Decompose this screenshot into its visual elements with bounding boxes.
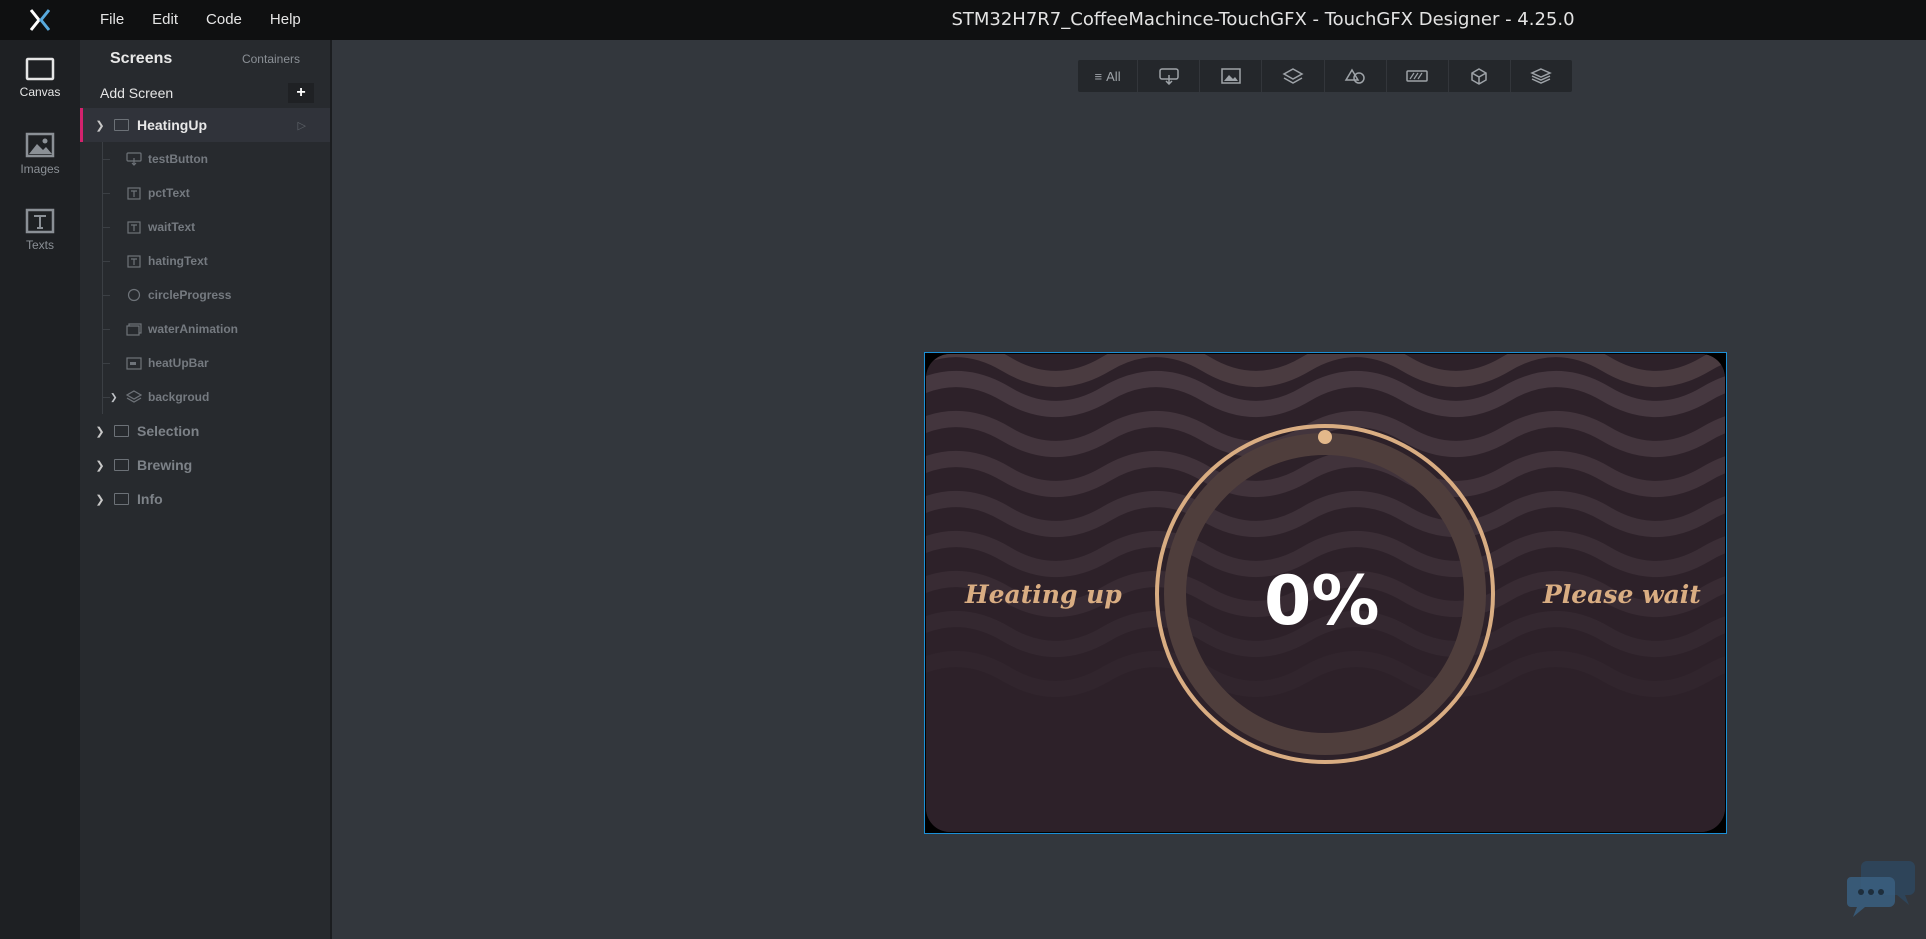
rail-canvas-label: Canvas: [19, 85, 61, 99]
heatingup-screen: Heating up Please wait 0%: [926, 354, 1725, 832]
progress-icon: [126, 356, 142, 370]
animation-icon: [126, 322, 142, 336]
screen-icon: [114, 425, 129, 437]
tree-item-pcttext[interactable]: pctText: [80, 176, 330, 210]
panel-tabs: Screens Containers: [80, 40, 330, 78]
images-icon: [25, 132, 55, 158]
screen-preview[interactable]: Heating up Please wait 0%: [924, 352, 1727, 834]
tree-item-label: backgroud: [148, 390, 210, 404]
tree-item-wateranimation[interactable]: waterAnimation: [80, 312, 330, 346]
texts-icon: [25, 208, 55, 234]
menu-bar: File Edit Code Help: [86, 0, 315, 40]
x-logo-icon: [30, 9, 50, 31]
text-icon: [126, 254, 142, 268]
tree-item-waittext[interactable]: waitText: [80, 210, 330, 244]
button-filter-icon: [1158, 68, 1179, 85]
shape-filter-icon: [1344, 68, 1365, 84]
percent-text: 0%: [1264, 562, 1380, 641]
filter-buttons[interactable]: [1138, 60, 1201, 92]
tree-item-label: testButton: [148, 152, 208, 166]
filter-containers[interactable]: [1449, 60, 1511, 92]
text-icon: [126, 186, 142, 200]
tab-containers[interactable]: Containers: [242, 52, 300, 66]
screen-heatingup[interactable]: ❯ HeatingUp ▷: [80, 108, 330, 142]
filter-toolbar: ≡ All: [1078, 60, 1572, 92]
filter-all-label: All: [1106, 68, 1121, 84]
rail-texts[interactable]: Texts: [0, 192, 80, 268]
filter-stack[interactable]: [1511, 60, 1572, 92]
chevron-right-icon[interactable]: ❯: [92, 493, 108, 506]
chevron-right-icon[interactable]: ❯: [92, 459, 108, 472]
filter-layers[interactable]: [1262, 60, 1325, 92]
tree-item-label: circleProgress: [148, 288, 232, 302]
rail-images-label: Images: [20, 162, 60, 176]
tree-item-circleprogress[interactable]: circleProgress: [80, 278, 330, 312]
screen-icon: [114, 459, 129, 471]
screens-panel: Screens Containers Add Screen + ❯ Heatin…: [80, 40, 332, 939]
rail-texts-label: Texts: [25, 238, 54, 252]
title-bar: File Edit Code Help STM32H7R7_CoffeeMach…: [0, 0, 1926, 40]
screen-name: Info: [137, 491, 163, 507]
play-icon[interactable]: ▷: [298, 119, 306, 132]
rail-images[interactable]: Images: [0, 116, 80, 192]
tree-item-label: waterAnimation: [148, 322, 239, 336]
circle-icon: [126, 288, 142, 302]
layer-filter-icon: [1282, 68, 1304, 84]
tree-item-hatingtext[interactable]: hatingText: [80, 244, 330, 278]
tree-item-label: pctText: [148, 186, 190, 200]
menu-help[interactable]: Help: [256, 0, 315, 40]
screen-name: Selection: [137, 423, 200, 439]
left-rail: Canvas Images Texts: [0, 40, 80, 939]
filter-images[interactable]: [1200, 60, 1263, 92]
chat-support-icon[interactable]: [1845, 855, 1919, 930]
tree-item-heatupbar[interactable]: heatUpBar: [80, 346, 330, 380]
filter-progress[interactable]: [1387, 60, 1449, 92]
menu-edit[interactable]: Edit: [138, 0, 192, 40]
screen-name: HeatingUp: [137, 117, 207, 133]
tree-item-label: heatUpBar: [148, 356, 209, 370]
filter-shapes[interactable]: [1325, 60, 1387, 92]
add-screen-label: Add Screen: [100, 85, 174, 101]
rail-canvas[interactable]: Canvas: [0, 40, 80, 116]
chevron-right-icon[interactable]: ❯: [110, 392, 118, 403]
filter-all-button[interactable]: ≡ All: [1078, 60, 1139, 92]
layers-icon: [126, 390, 142, 404]
screen-brewing[interactable]: ❯ Brewing: [80, 448, 330, 482]
screen-icon: [114, 493, 129, 505]
tree-item-label: hatingText: [148, 254, 208, 268]
stack-filter-icon: [1530, 68, 1553, 84]
chevron-right-icon[interactable]: ❯: [92, 425, 108, 438]
tab-screens[interactable]: Screens: [110, 50, 172, 68]
progress-filter-icon: [1406, 70, 1428, 82]
wait-text: Please wait: [1543, 580, 1701, 609]
tree-item-backgroud[interactable]: ❯ backgroud: [80, 380, 330, 414]
screen-info[interactable]: ❯ Info: [80, 482, 330, 516]
tree-item-label: waitText: [148, 220, 196, 234]
heating-text: Heating up: [965, 580, 1122, 609]
canvas-icon: [25, 57, 55, 81]
screen-icon: [114, 119, 129, 131]
add-screen-button[interactable]: +: [288, 83, 314, 103]
menu-code[interactable]: Code: [192, 0, 256, 40]
touchgfx-logo: [0, 0, 80, 40]
button-icon: [126, 152, 142, 166]
container-filter-icon: [1471, 68, 1488, 85]
menu-file[interactable]: File: [86, 0, 138, 40]
list-icon: ≡: [1094, 68, 1103, 84]
tree-item-testbutton[interactable]: testButton: [80, 142, 330, 176]
chevron-down-icon[interactable]: ❯: [92, 119, 108, 132]
text-icon: [126, 220, 142, 234]
screen-selection[interactable]: ❯ Selection: [80, 414, 330, 448]
image-filter-icon: [1221, 68, 1241, 84]
screen-name: Brewing: [137, 457, 193, 473]
add-screen-row: Add Screen +: [80, 78, 330, 108]
